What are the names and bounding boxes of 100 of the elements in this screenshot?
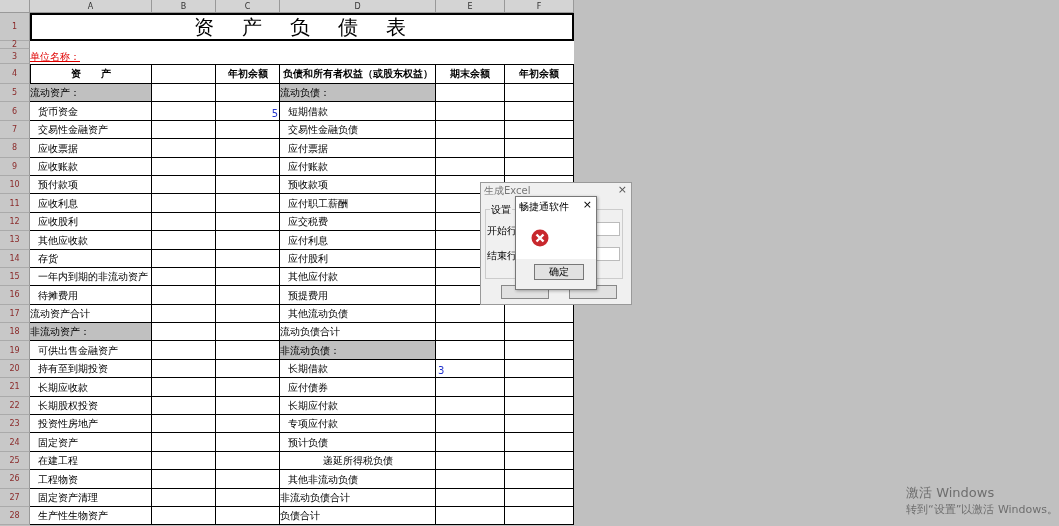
table-cell: 非流动负债：	[280, 341, 436, 360]
column-title: 年初余额	[216, 64, 280, 84]
column-header[interactable]: F	[505, 0, 574, 13]
table-cell	[152, 451, 216, 471]
table-cell	[436, 323, 505, 342]
table-cell	[505, 396, 574, 416]
table-cell	[505, 378, 574, 397]
table-cell	[152, 157, 216, 176]
table-cell: 应付利息	[280, 231, 436, 250]
table-cell	[152, 212, 216, 232]
table-cell	[152, 304, 216, 324]
table-cell	[152, 139, 216, 158]
table-cell: 流动负债：	[280, 84, 436, 103]
alert-title: 畅捷通软件	[519, 200, 569, 214]
close-icon[interactable]: ×	[617, 183, 627, 196]
table-cell	[152, 341, 216, 360]
table-cell	[436, 120, 505, 140]
row-header[interactable]: 1	[0, 13, 30, 41]
column-header[interactable]: A	[30, 0, 152, 13]
close-icon[interactable]: ×	[582, 198, 592, 211]
row-header[interactable]: 18	[0, 323, 30, 342]
table-cell	[436, 470, 505, 489]
table-cell	[505, 84, 574, 103]
table-cell: 货币资金	[30, 102, 152, 121]
row-header[interactable]: 19	[0, 341, 30, 360]
table-cell	[152, 120, 216, 140]
table-cell	[505, 139, 574, 158]
table-cell	[152, 507, 216, 526]
row-header[interactable]: 8	[0, 139, 30, 158]
row-header[interactable]: 4	[0, 64, 30, 84]
row-header[interactable]: 26	[0, 470, 30, 489]
table-cell	[505, 433, 574, 452]
table-cell: 应付债券	[280, 378, 436, 397]
table-cell	[505, 415, 574, 434]
table-cell	[436, 341, 505, 360]
dialog-title: 生成Excel	[484, 184, 531, 198]
table-cell	[152, 286, 216, 305]
table-cell	[436, 415, 505, 434]
table-cell	[505, 359, 574, 379]
table-cell: 其他应收款	[30, 231, 152, 250]
table-cell	[152, 470, 216, 489]
table-cell	[152, 415, 216, 434]
table-cell	[152, 231, 216, 250]
table-cell	[505, 488, 574, 507]
row-header[interactable]: 5	[0, 84, 30, 103]
table-cell	[436, 157, 505, 176]
table-cell: 工程物资	[30, 470, 152, 489]
unit-label: 单位名称：	[30, 50, 81, 64]
table-cell: 投资性房地产	[30, 415, 152, 434]
row-header[interactable]: 24	[0, 433, 30, 452]
group-label: 设置	[490, 203, 512, 217]
table-cell: 应付票据	[280, 139, 436, 158]
column-header[interactable]: E	[436, 0, 505, 13]
table-cell	[505, 102, 574, 121]
table-cell	[152, 378, 216, 397]
row-header[interactable]: 3	[0, 49, 30, 64]
column-title: 负债和所有者权益（或股东权益）	[280, 64, 436, 84]
column-header[interactable]: B	[152, 0, 216, 13]
table-cell	[505, 507, 574, 526]
table-cell	[505, 323, 574, 342]
table-cell: 其他非流动负债	[280, 470, 436, 489]
row-header[interactable]: 23	[0, 415, 30, 434]
table-cell	[436, 396, 505, 416]
table-cell: 待摊费用	[30, 286, 152, 305]
column-header[interactable]: C	[216, 0, 280, 13]
table-cell	[505, 451, 574, 471]
ok-button[interactable]: 确定	[534, 264, 584, 280]
sheet-title: 资 产 负 债 表	[30, 13, 574, 41]
row-header[interactable]: 21	[0, 378, 30, 397]
table-cell	[152, 359, 216, 379]
table-cell	[505, 120, 574, 140]
error-icon	[531, 229, 549, 247]
row-header[interactable]: 2	[0, 41, 30, 49]
table-cell: 长期应收款	[30, 378, 152, 397]
column-header[interactable]: D	[280, 0, 436, 13]
table-cell: 3	[436, 359, 505, 379]
table-cell: 专项应付款	[280, 415, 436, 434]
table-cell: 可供出售金融资产	[30, 341, 152, 360]
table-cell: 非流动资产：	[30, 323, 152, 342]
table-cell	[152, 102, 216, 121]
table-cell	[436, 433, 505, 452]
table-cell	[152, 433, 216, 452]
row-header[interactable]: 11	[0, 194, 30, 213]
table-cell	[152, 175, 216, 195]
table-cell	[152, 396, 216, 416]
table-cell	[436, 488, 505, 507]
table-cell: 固定资产	[30, 433, 152, 452]
table-cell	[436, 451, 505, 471]
row-header[interactable]: 16	[0, 286, 30, 305]
table-cell: 流动资产：	[30, 84, 152, 103]
table-cell: 应收利息	[30, 194, 152, 213]
table-cell	[436, 102, 505, 121]
column-title: 年初余额	[505, 64, 574, 84]
table-cell	[152, 84, 216, 103]
table-cell	[505, 470, 574, 489]
table-cell	[152, 267, 216, 287]
table-cell: 短期借款	[280, 102, 436, 121]
table-cell	[152, 488, 216, 507]
row-header[interactable]: 6	[0, 102, 30, 121]
row-header[interactable]: 13	[0, 231, 30, 250]
